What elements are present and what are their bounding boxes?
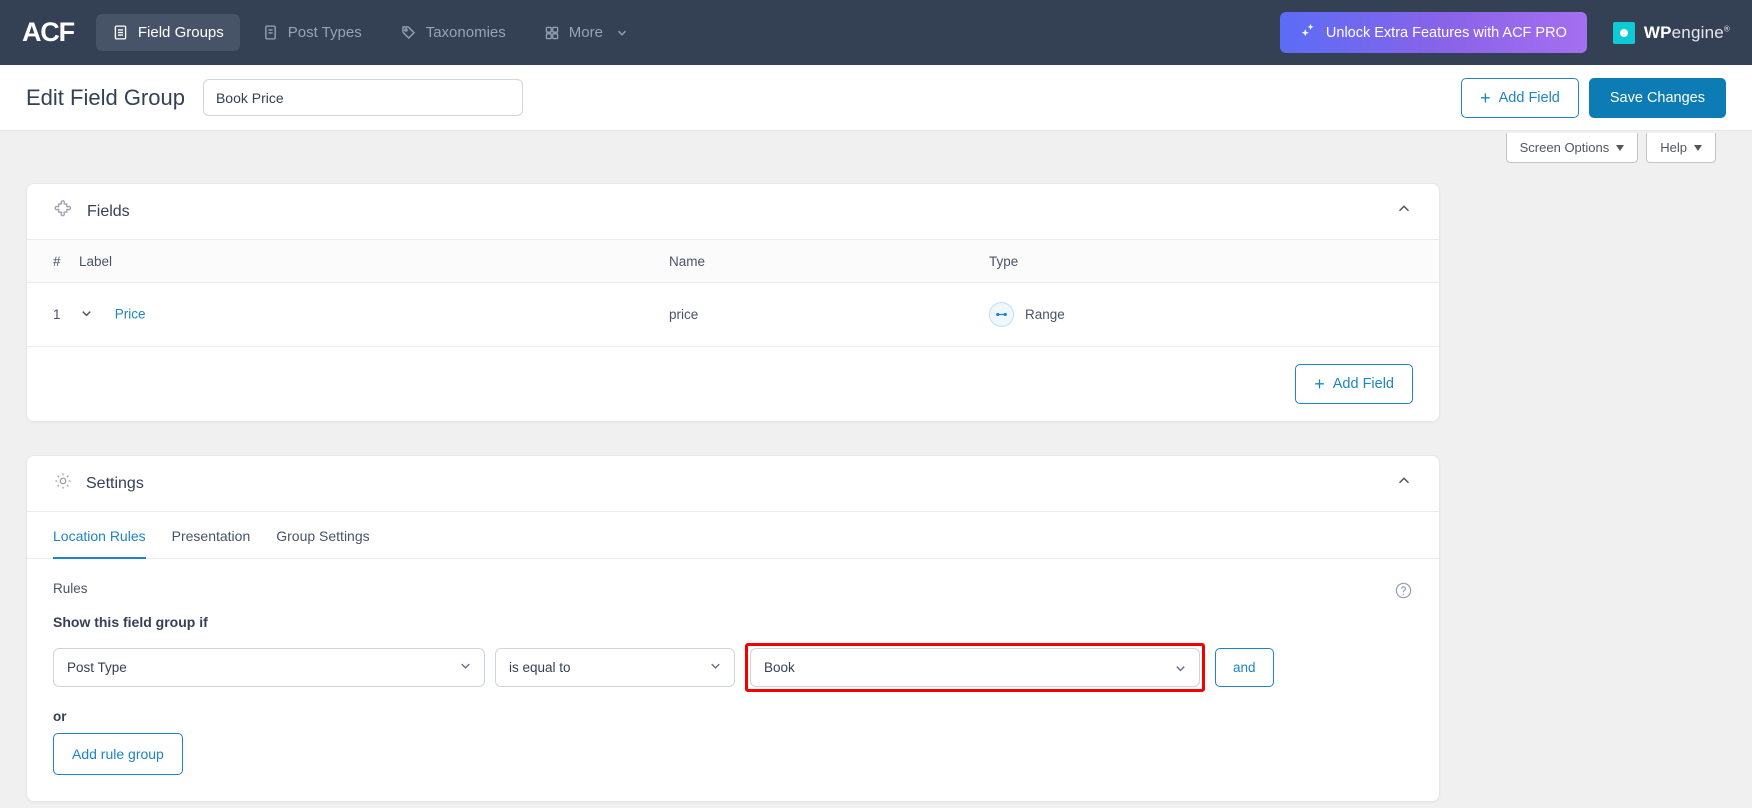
nav-item-taxonomies[interactable]: Taxonomies <box>384 14 522 51</box>
plus-icon: + <box>1480 87 1491 108</box>
rule-operator-value: is equal to <box>509 660 571 675</box>
field-group-title-input[interactable] <box>202 79 523 116</box>
rule-param-select[interactable]: Post Type <box>53 648 485 687</box>
field-row-name: price <box>669 307 699 322</box>
nav-item-post-types[interactable]: Post Types <box>246 14 378 51</box>
nav-label: Taxonomies <box>425 24 506 41</box>
toolbar-right: Unlock Extra Features with ACF PRO WPeng… <box>1279 12 1730 53</box>
settings-panel-header: Settings <box>27 456 1439 512</box>
tab-location-rules[interactable]: Location Rules <box>53 512 146 559</box>
add-field-label: Add Field <box>1498 89 1560 106</box>
header-actions: + Add Field Save Changes <box>1461 77 1726 118</box>
rule-value-select[interactable]: Book <box>750 648 1200 687</box>
add-field-button-header[interactable]: + Add Field <box>1461 77 1579 118</box>
field-row-number: 1 <box>53 307 61 322</box>
settings-panel: Settings Location Rules Presentation Gro… <box>26 455 1440 802</box>
rule-param-select-wrap: Post Type <box>53 648 485 687</box>
rule-value-select-wrap: Book <box>750 648 1200 687</box>
fields-panel-header: Fields <box>27 184 1439 240</box>
add-field-button-footer[interactable]: + Add Field <box>1295 364 1413 404</box>
fields-table: # Label Name Type 1 Price price Range <box>27 240 1439 346</box>
settings-panel-title: Settings <box>86 474 144 492</box>
puzzle-piece-icon <box>53 199 74 225</box>
save-changes-label: Save Changes <box>1609 89 1705 106</box>
tab-presentation[interactable]: Presentation <box>172 512 251 559</box>
help-button[interactable]: Help <box>1646 133 1716 163</box>
expand-field-row-icon[interactable] <box>79 306 101 324</box>
acf-logo[interactable]: ACF <box>22 19 75 46</box>
column-header-name: Name <box>669 240 989 283</box>
screen-options-button[interactable]: Screen Options <box>1505 133 1639 163</box>
add-rule-group-button[interactable]: Add rule group <box>53 733 183 775</box>
fields-table-header-row: # Label Name Type <box>27 240 1439 283</box>
fields-panel-title: Fields <box>87 202 130 220</box>
wpengine-logo[interactable]: WPengine® <box>1612 21 1730 44</box>
primary-nav: Field Groups Post Types Taxonomies More <box>95 14 644 51</box>
sparkle-icon <box>1300 22 1317 43</box>
location-rules-body: Rules Show this field group if Post Type <box>27 559 1439 801</box>
wpengine-wordmark: WPengine® <box>1644 23 1730 43</box>
page-title: Edit Field Group <box>26 84 185 110</box>
column-header-number: # <box>27 240 79 283</box>
rule-value-highlight: Book <box>745 643 1205 692</box>
location-rule-row: Post Type is equal to Book and <box>53 643 1413 692</box>
fields-panel-footer: + Add Field <box>27 346 1439 421</box>
document-list-icon <box>112 24 129 41</box>
nav-label: Post Types <box>287 24 362 41</box>
collapse-settings-panel-icon[interactable] <box>1395 472 1413 495</box>
nav-label: More <box>568 24 603 41</box>
wpengine-tm: ® <box>1723 23 1730 33</box>
screen-meta-links: Screen Options Help <box>0 131 1752 175</box>
plus-icon: + <box>1314 374 1325 394</box>
rule-operator-select-wrap: is equal to <box>495 648 735 687</box>
collapse-fields-panel-icon[interactable] <box>1395 200 1413 223</box>
field-type-label: Range <box>1025 307 1065 322</box>
unlock-acf-pro-label: Unlock Extra Features with ACF PRO <box>1325 24 1567 41</box>
nav-label: Field Groups <box>137 24 224 41</box>
main-content: Fields # Label Name Type 1 Price price R… <box>0 175 1466 802</box>
unlock-acf-pro-button[interactable]: Unlock Extra Features with ACF PRO <box>1279 12 1587 53</box>
field-label-link[interactable]: Price <box>115 306 146 321</box>
screen-options-label: Screen Options <box>1519 140 1610 155</box>
rule-param-value: Post Type <box>67 660 127 675</box>
tag-icon <box>400 24 417 41</box>
question-circle-icon[interactable] <box>1394 581 1413 605</box>
save-changes-button[interactable]: Save Changes <box>1588 77 1726 118</box>
rule-operator-select[interactable]: is equal to <box>495 648 735 687</box>
gear-icon <box>53 471 73 496</box>
nav-item-field-groups[interactable]: Field Groups <box>95 14 240 51</box>
settings-tabs: Location Rules Presentation Group Settin… <box>27 512 1439 559</box>
range-slider-icon <box>989 302 1014 327</box>
column-header-type: Type <box>989 240 1439 283</box>
fields-panel: Fields # Label Name Type 1 Price price R… <box>26 183 1440 422</box>
chevron-down-icon <box>616 27 628 39</box>
wpengine-wp: WP <box>1643 22 1672 42</box>
edit-field-group-header: Edit Field Group + Add Field Save Change… <box>0 65 1752 131</box>
rules-legend: Rules <box>53 581 88 596</box>
column-header-label: Label <box>79 240 669 283</box>
grid-icon <box>544 25 560 41</box>
add-and-rule-button[interactable]: and <box>1215 648 1274 687</box>
wpengine-mark-icon <box>1612 21 1635 44</box>
document-icon <box>262 24 279 41</box>
nav-item-more[interactable]: More <box>528 14 644 51</box>
rules-subtitle: Show this field group if <box>53 614 208 630</box>
tab-group-settings[interactable]: Group Settings <box>276 512 369 559</box>
acf-toolbar: ACF Field Groups Post Types Taxonomies M… <box>0 0 1752 65</box>
or-separator-label: or <box>53 709 67 724</box>
caret-down-icon <box>1694 144 1702 151</box>
add-field-label: Add Field <box>1332 376 1394 392</box>
help-label: Help <box>1660 140 1687 155</box>
field-row-label-cell: Price <box>79 283 669 347</box>
wpengine-engine: engine <box>1671 22 1724 42</box>
table-row[interactable]: 1 Price price Range <box>27 283 1439 347</box>
caret-down-icon <box>1616 144 1625 151</box>
field-row-type-cell: Range <box>989 283 1439 347</box>
